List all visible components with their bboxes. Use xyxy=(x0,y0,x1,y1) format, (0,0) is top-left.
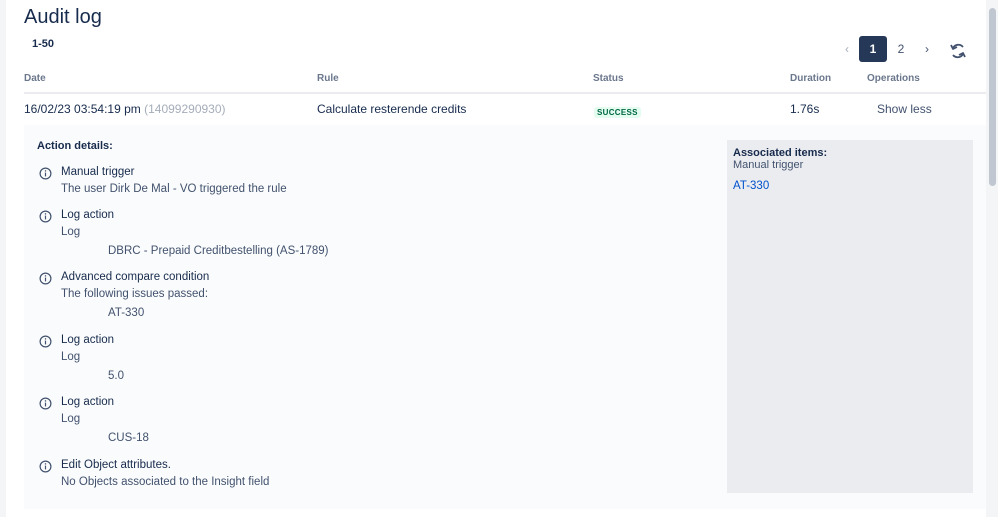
page-2-button[interactable]: 2 xyxy=(892,36,910,62)
info-icon xyxy=(39,167,52,180)
next-page-button[interactable]: › xyxy=(918,36,936,62)
result-range: 1-50 xyxy=(32,38,55,50)
action-heading: Manual trigger xyxy=(61,166,135,178)
row-duration: 1.76s xyxy=(790,102,820,116)
row-status: SUCCESS xyxy=(594,104,641,118)
associated-items-panel: Associated items: Manual trigger AT-330 xyxy=(727,140,973,493)
page-title: Audit log xyxy=(24,6,102,28)
header-rule[interactable]: Rule xyxy=(317,73,339,84)
info-icon xyxy=(39,335,52,348)
action-value: CUS-18 xyxy=(108,432,149,444)
row-rule: Calculate resterende credits xyxy=(317,102,467,116)
action-value: DBRC - Prepaid Creditbestelling (AS-1789… xyxy=(108,245,329,257)
action-heading: Advanced compare condition xyxy=(61,271,210,283)
action-description: Log xyxy=(61,351,81,363)
info-icon xyxy=(39,397,52,410)
header-status[interactable]: Status xyxy=(593,73,624,84)
action-details-title: Action details: xyxy=(37,140,113,152)
refresh-button[interactable] xyxy=(947,40,969,62)
info-icon xyxy=(39,272,52,285)
show-less-button[interactable]: Show less xyxy=(877,102,932,116)
table-row[interactable]: 16/02/23 03:54:19 pm (14099290930) Calcu… xyxy=(24,94,986,125)
page-1-button[interactable]: 1 xyxy=(859,36,887,62)
action-heading: Log action xyxy=(61,334,115,346)
row-date-text: 16/02/23 03:54:19 pm xyxy=(24,102,141,116)
header-duration[interactable]: Duration xyxy=(790,73,831,84)
previous-page-button[interactable]: ‹ xyxy=(838,36,856,62)
action-description: Log xyxy=(61,226,81,238)
scrollbar-thumb[interactable] xyxy=(989,8,996,186)
action-heading: Log action xyxy=(61,209,115,221)
action-details-panel: Action details: Manual trigger The user … xyxy=(24,125,986,509)
action-value: AT-330 xyxy=(108,307,145,319)
associated-issue-link[interactable]: AT-330 xyxy=(733,180,769,192)
associated-items-title: Associated items: xyxy=(733,147,828,159)
action-description: The following issues passed: xyxy=(61,288,209,300)
action-heading: Log action xyxy=(61,396,115,408)
refresh-icon xyxy=(950,43,966,59)
action-description: No Objects associated to the Insight fie… xyxy=(61,476,270,488)
info-icon xyxy=(39,460,52,473)
action-value: 5.0 xyxy=(108,370,124,382)
action-heading: Edit Object attributes. xyxy=(61,459,171,471)
header-operations: Operations xyxy=(867,73,920,84)
action-description: The user Dirk De Mal - VO triggered the … xyxy=(61,183,287,195)
info-icon xyxy=(39,210,52,223)
row-date: 16/02/23 03:54:19 pm (14099290930) xyxy=(24,102,226,116)
action-description: Log xyxy=(61,413,81,425)
status-badge: SUCCESS xyxy=(594,107,641,118)
associated-trigger: Manual trigger xyxy=(733,159,804,171)
header-date[interactable]: Date xyxy=(24,73,46,84)
row-date-id: (14099290930) xyxy=(144,102,226,116)
